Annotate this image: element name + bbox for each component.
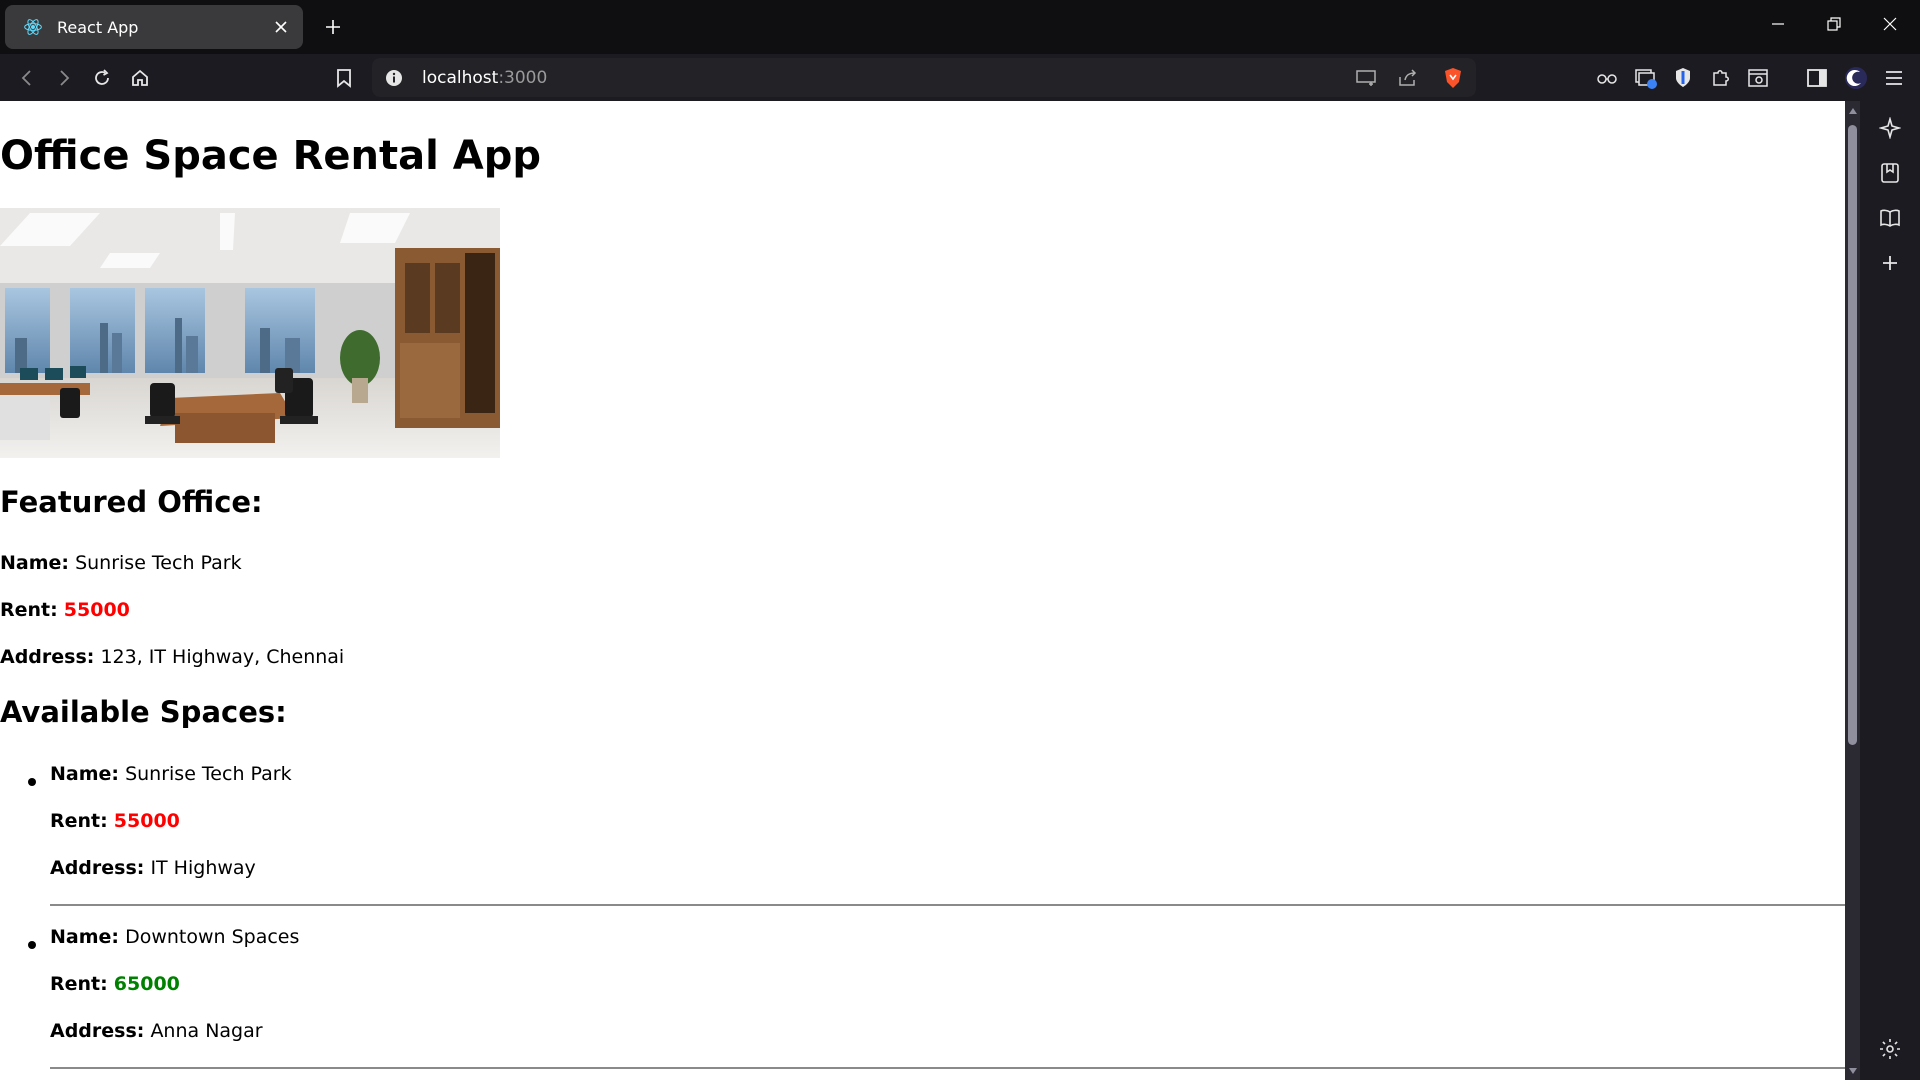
space-name-row: Name: Downtown Spaces — [50, 926, 299, 948]
space-name-value: Downtown Spaces — [125, 926, 300, 948]
tab-title: React App — [57, 17, 139, 37]
reading-list-icon[interactable] — [1874, 202, 1906, 234]
address-label: Address: — [50, 1020, 145, 1042]
list-bullet — [28, 941, 36, 949]
extension-shield-icon[interactable] — [1667, 62, 1699, 94]
featured-name-row: Name: Sunrise Tech Park — [0, 552, 242, 574]
react-logo-icon — [21, 15, 45, 39]
space-rent-value: 65000 — [113, 973, 180, 995]
featured-address-value: 123, IT Highway, Chennai — [100, 646, 345, 668]
profile-avatar-icon[interactable] — [1840, 62, 1872, 94]
space-name-row: Name: Sunrise Tech Park — [50, 763, 292, 785]
featured-address-row: Address: 123, IT Highway, Chennai — [0, 646, 344, 668]
extension-tabs-icon[interactable] — [1630, 62, 1662, 94]
minimize-window-button[interactable] — [1750, 0, 1806, 48]
main-menu-icon[interactable] — [1878, 62, 1910, 94]
page-title: Office Space Rental App — [0, 133, 541, 179]
cast-icon[interactable] — [1350, 62, 1382, 94]
space-address-row: Address: IT Highway — [50, 857, 256, 879]
address-label: Address: — [50, 857, 145, 879]
leo-ai-icon[interactable] — [1874, 112, 1906, 144]
browser-toolbar: localhost:3000 — [0, 54, 1920, 101]
space-divider — [50, 1067, 1845, 1069]
title-bar: React App — [0, 0, 1920, 54]
page-viewport: Office Space Rental App Featured Office:… — [0, 101, 1845, 1080]
available-spaces-heading: Available Spaces: — [0, 695, 287, 729]
name-label: Name: — [50, 926, 120, 948]
name-label: Name: — [0, 552, 70, 574]
new-tab-button[interactable] — [318, 12, 348, 42]
browser-tab[interactable]: React App — [5, 5, 303, 49]
featured-name-value: Sunrise Tech Park — [75, 552, 242, 574]
home-button[interactable] — [124, 62, 156, 94]
scroll-thumb[interactable] — [1848, 125, 1857, 745]
space-address-value: IT Highway — [150, 857, 256, 879]
list-bullet — [28, 778, 36, 786]
page-scrollbar[interactable] — [1845, 101, 1860, 1080]
featured-rent-row: Rent: 55000 — [0, 599, 130, 621]
restore-window-button[interactable] — [1806, 0, 1862, 48]
site-info-icon[interactable] — [384, 68, 404, 88]
brave-shield-icon[interactable] — [1437, 62, 1469, 94]
name-label: Name: — [50, 763, 120, 785]
browser-sidebar — [1860, 101, 1920, 1080]
sidebar-toggle-icon[interactable] — [1801, 62, 1833, 94]
space-address-row: Address: Anna Nagar — [50, 1020, 263, 1042]
share-icon[interactable] — [1392, 62, 1424, 94]
url-host: localhost — [422, 67, 499, 88]
scroll-up-icon[interactable] — [1845, 103, 1860, 118]
bookmark-icon[interactable] — [328, 62, 360, 94]
space-divider — [50, 904, 1845, 906]
featured-office-heading: Featured Office: — [0, 485, 263, 519]
bookmarks-panel-icon[interactable] — [1874, 157, 1906, 189]
address-label: Address: — [0, 646, 95, 668]
forward-button[interactable] — [48, 62, 80, 94]
space-address-value: Anna Nagar — [150, 1020, 263, 1042]
scroll-down-icon[interactable] — [1845, 1063, 1860, 1078]
back-button[interactable] — [11, 62, 43, 94]
rent-label: Rent: — [0, 599, 58, 621]
close-window-button[interactable] — [1862, 0, 1918, 48]
url-port: :3000 — [498, 67, 548, 88]
space-rent-row: Rent: 65000 — [50, 973, 180, 995]
space-rent-value: 55000 — [113, 810, 180, 832]
extensions-puzzle-icon[interactable] — [1705, 62, 1737, 94]
extension-window-icon[interactable] — [1742, 62, 1774, 94]
space-name-value: Sunrise Tech Park — [125, 763, 292, 785]
office-image — [0, 208, 500, 458]
close-tab-icon[interactable] — [267, 13, 295, 41]
reload-button[interactable] — [86, 62, 118, 94]
sidebar-settings-icon[interactable] — [1874, 1033, 1906, 1065]
featured-rent-value: 55000 — [63, 599, 130, 621]
rent-label: Rent: — [50, 973, 108, 995]
space-rent-row: Rent: 55000 — [50, 810, 180, 832]
extension-glasses-icon[interactable] — [1591, 62, 1623, 94]
add-panel-icon[interactable] — [1874, 247, 1906, 279]
address-bar[interactable]: localhost:3000 — [372, 58, 1476, 97]
rent-label: Rent: — [50, 810, 108, 832]
